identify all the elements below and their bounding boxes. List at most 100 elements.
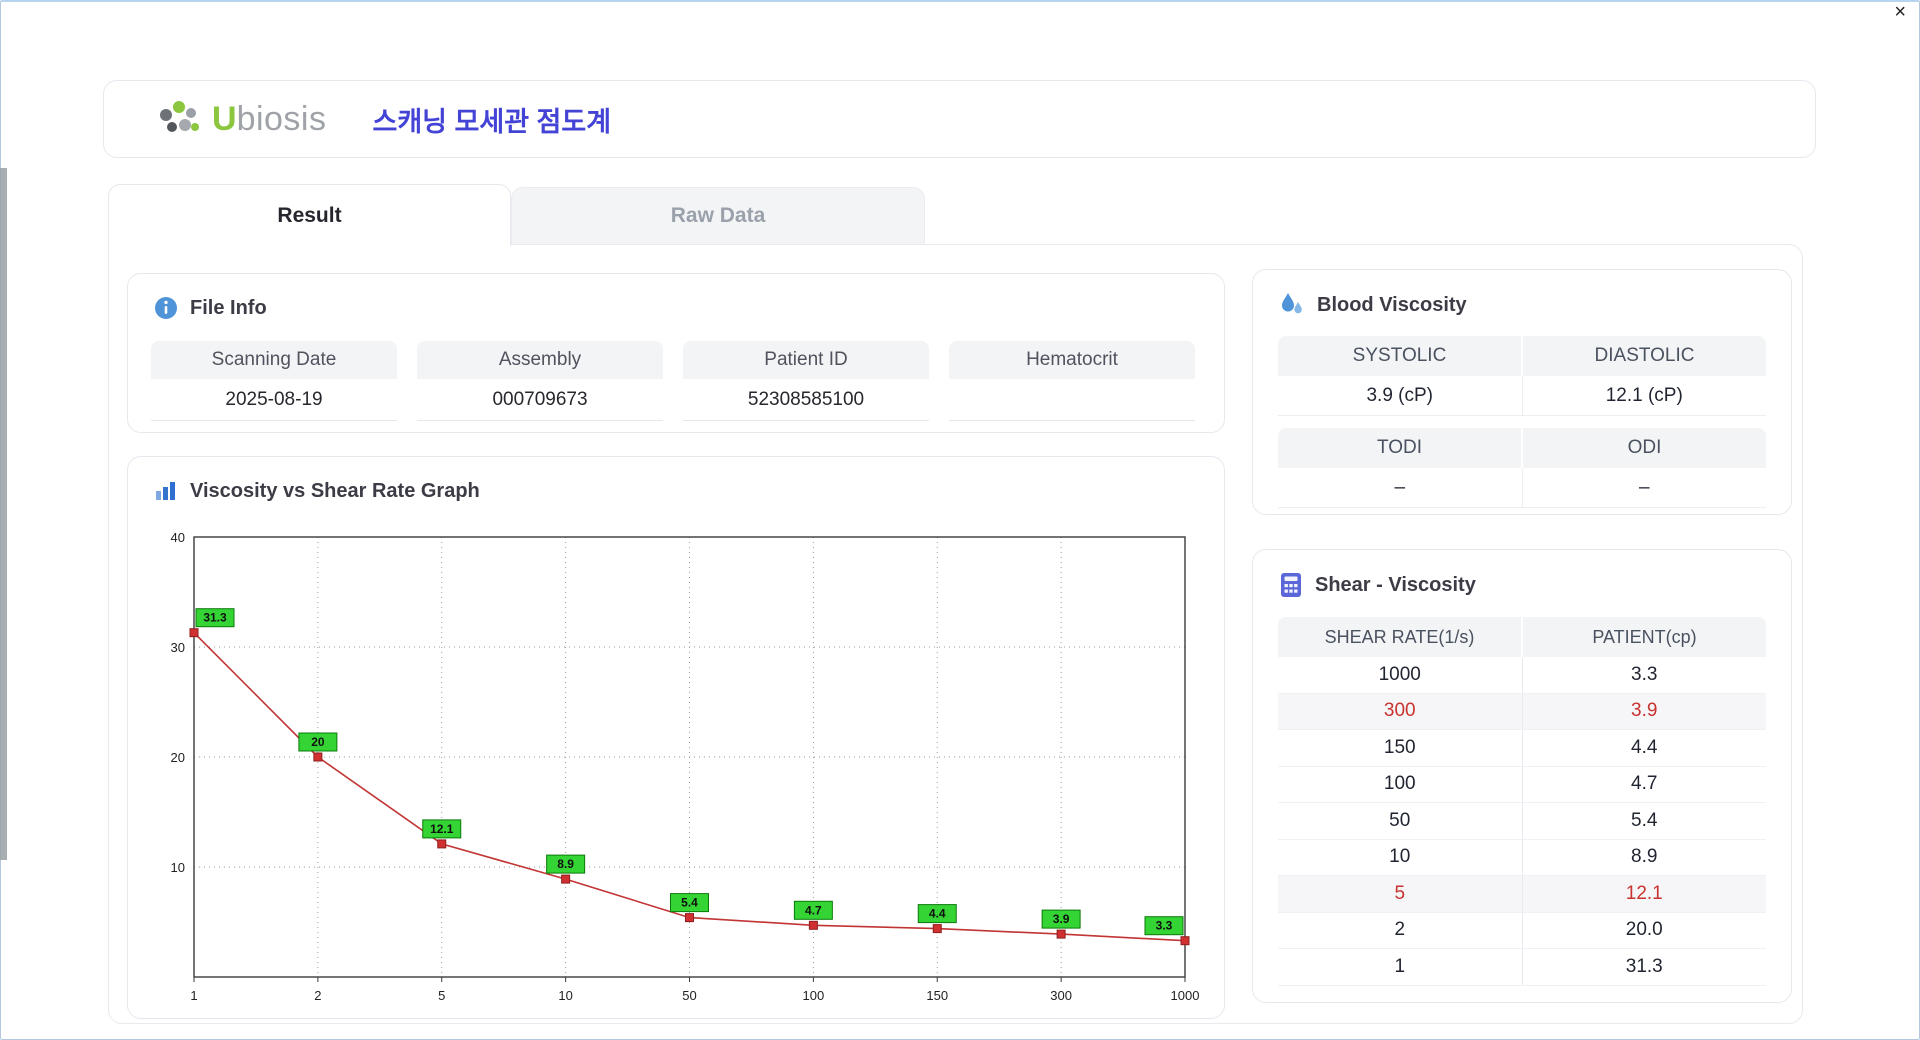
graph-title: Viscosity vs Shear Rate Graph [190,479,480,502]
data-point-marker [437,839,447,849]
close-button[interactable]: × [1894,2,1906,22]
diastolic-value: 12.1 (cP) [1522,376,1766,416]
blood-viscosity-table: SYSTOLIC DIASTOLIC 3.9 (cP) 12.1 (cP) TO… [1278,336,1766,508]
bv-value-row: – – [1278,468,1766,508]
data-point-label: 4.4 [929,907,946,921]
shear-rate-value: 1000 [1278,657,1523,693]
data-point-label: 3.3 [1156,919,1173,933]
shear-viscosity-row: 100 4.7 [1278,766,1766,803]
file-info-title: File Info [190,296,267,319]
x-tick-label: 1000 [1171,988,1200,1003]
header-card: Ubiosis 스캐닝 모세관 점도계 [103,80,1816,158]
left-edge-strip [0,168,7,860]
shear-rate-value: 300 [1278,693,1523,729]
x-tick-label: 50 [682,988,696,1003]
shear-rate-value: 100 [1278,766,1523,802]
odi-value: – [1522,468,1766,508]
odi-header: ODI [1523,428,1766,468]
data-point-marker [1180,936,1190,946]
tab-raw-data-label: Raw Data [670,204,766,227]
logo-text: Ubiosis [212,100,327,139]
data-point-marker [561,874,571,884]
tab-result-label: Result [277,203,342,227]
sv-header-row: SHEAR RATE(1/s) PATIENT(cp) [1278,617,1766,657]
data-point-marker [932,924,942,934]
patient-viscosity-value: 12.1 [1625,882,1663,904]
info-icon [154,296,178,320]
field-value: 52308585100 [683,379,929,421]
shear-viscosity-row: 10 8.9 [1278,839,1766,876]
x-tick-label: 2 [314,988,321,1003]
patient-viscosity-value: 31.3 [1625,955,1663,977]
field-label: Hematocrit [949,341,1195,379]
x-tick-label: 100 [803,988,825,1003]
shear-viscosity-row: 1 31.3 [1278,949,1766,986]
field-scanning-date: Scanning Date 2025-08-19 [151,341,397,421]
data-point-label: 8.9 [557,857,574,871]
patient-viscosity-value: 20.0 [1625,919,1663,941]
field-label: Patient ID [683,341,929,379]
todi-header: TODI [1278,428,1523,468]
data-point-marker [313,752,323,762]
x-tick-label: 300 [1050,988,1072,1003]
blood-viscosity-title-row: Blood Viscosity [1279,292,1467,318]
data-point-label: 12.1 [430,822,454,836]
droplets-icon [1279,292,1305,318]
file-info-card: File Info Scanning Date 2025-08-19 Assem… [127,273,1225,433]
y-tick-label: 30 [171,640,185,655]
shear-viscosity-title: Shear - Viscosity [1315,573,1476,596]
data-point-marker [189,628,199,638]
shear-viscosity-row: 50 5.4 [1278,803,1766,840]
data-point-label: 31.3 [203,611,227,625]
todi-value: – [1278,468,1523,508]
data-point-marker [1056,929,1066,939]
diastolic-header: DIASTOLIC [1523,336,1766,376]
shear-rate-column-header: SHEAR RATE(1/s) [1278,617,1523,657]
tab-result[interactable]: Result [108,184,511,246]
patient-viscosity-value: 4.7 [1631,773,1658,795]
y-tick-label: 10 [171,860,185,875]
patient-viscosity-value: 4.4 [1631,736,1658,758]
app-title: 스캐닝 모세관 점도계 [372,106,612,137]
x-tick-label: 5 [438,988,445,1003]
shear-viscosity-row: 1000 3.3 [1278,657,1766,694]
shear-viscosity-row: 2 20.0 [1278,912,1766,949]
shear-viscosity-row: 300 3.9 [1278,693,1766,730]
logo-text-u: U [212,99,237,138]
shear-rate-value: 10 [1278,839,1523,875]
shear-rate-value: 1 [1278,949,1523,985]
y-tick-label: 40 [171,530,185,545]
tab-raw-data[interactable]: Raw Data [511,187,925,244]
field-hematocrit: Hematocrit [949,341,1195,421]
shear-viscosity-row: 5 12.1 [1278,876,1766,913]
field-value: 2025-08-19 [151,379,397,421]
patient-viscosity-value: 5.4 [1631,809,1658,831]
ubiosis-logo: Ubiosis [158,99,327,139]
bv-header-row: TODI ODI [1278,428,1766,468]
field-value: 000709673 [417,379,663,421]
data-point-label: 20 [311,735,325,749]
y-tick-label: 20 [171,750,185,765]
bv-value-row: 3.9 (cP) 12.1 (cP) [1278,376,1766,416]
patient-viscosity-value: 3.9 [1631,700,1658,722]
shear-rate-value: 2 [1278,912,1523,948]
field-label: Assembly [417,341,663,379]
data-point-label: 4.7 [805,903,822,917]
bar-chart-icon [154,479,178,503]
blood-viscosity-card: Blood Viscosity SYSTOLIC DIASTOLIC 3.9 (… [1252,269,1792,515]
data-point-marker [808,920,818,930]
blood-viscosity-title: Blood Viscosity [1317,293,1467,316]
logo-text-biosis: biosis [236,99,327,138]
patient-viscosity-value: 8.9 [1631,846,1658,868]
shear-rate-value: 5 [1278,876,1523,912]
data-point-label: 3.9 [1053,912,1070,926]
systolic-header: SYSTOLIC [1278,336,1523,376]
shear-viscosity-card: Shear - Viscosity SHEAR RATE(1/s) PATIEN… [1252,549,1792,1003]
x-tick-label: 10 [558,988,572,1003]
logo-dots-icon [160,101,199,132]
shear-viscosity-table: SHEAR RATE(1/s) PATIENT(cp) 1000 3.3 300 3.… [1278,617,1766,986]
systolic-value: 3.9 (cP) [1278,376,1523,416]
field-value [949,379,1195,421]
patient-column-header: PATIENT(cp) [1523,617,1766,657]
data-point-label: 5.4 [681,896,698,910]
